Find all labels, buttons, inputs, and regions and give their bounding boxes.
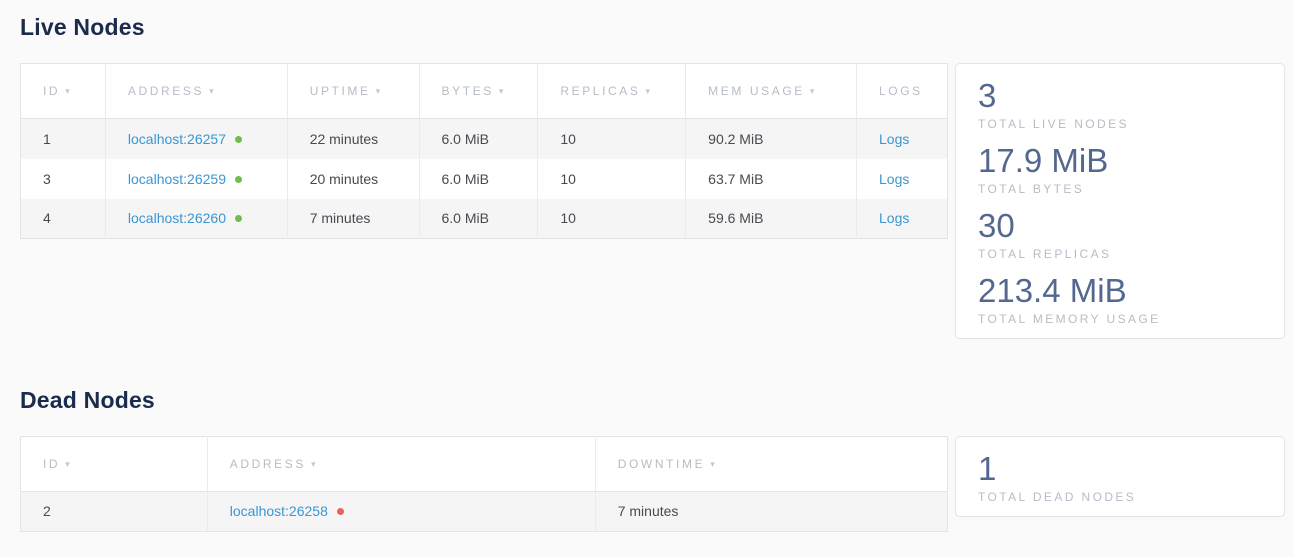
cell-node-uptime: 20 minutes [287,159,419,199]
column-header-label: ID [43,457,60,471]
column-header-label: DOWNTIME [618,457,705,471]
column-header-label: ADDRESS [230,457,306,471]
sort-arrow-icon: ▾ [209,86,216,96]
cell-node-replicas: 10 [538,119,686,159]
stat-label: TOTAL DEAD NODES [978,490,1262,504]
table-row: 3 localhost:26259 20 minutes 6.0 MiB 10 … [21,159,948,199]
column-header-label: REPLICAS [560,84,640,98]
dead-nodes-title: Dead Nodes [20,387,1285,414]
sort-arrow-icon: ▾ [65,459,72,469]
cell-node-uptime: 22 minutes [287,119,419,159]
cell-node-uptime: 7 minutes [287,199,419,239]
column-header-uptime[interactable]: UPTIME ▾ [287,64,419,119]
dead-status-icon [337,508,344,515]
table-row: 4 localhost:26260 7 minutes 6.0 MiB 10 5… [21,199,948,239]
table-row: 1 localhost:26257 22 minutes 6.0 MiB 10 … [21,119,948,159]
live-status-icon [235,176,242,183]
stat-total-live-nodes: 3 TOTAL LIVE NODES [978,77,1262,131]
live-status-icon [235,215,242,222]
stat-total-dead-nodes: 1 TOTAL DEAD NODES [978,450,1262,504]
sort-arrow-icon: ▾ [65,86,72,96]
cell-node-address: localhost:26257 [105,119,287,159]
live-nodes-table: ID ▾ ADDRESS ▾ UPTIME ▾ BYTES ▾ REPLICAS ▾ ME… [20,63,948,239]
stat-label: TOTAL BYTES [978,182,1262,196]
node-address-link[interactable]: localhost:26260 [128,210,226,226]
logs-link[interactable]: Logs [879,210,909,226]
column-header-label: BYTES [442,84,494,98]
sort-arrow-icon: ▾ [376,86,383,96]
sort-arrow-icon: ▾ [810,86,817,96]
column-header-label: MEM USAGE [708,84,805,98]
cell-node-id: 2 [21,491,208,531]
cell-node-mem-usage: 59.6 MiB [686,199,857,239]
logs-link[interactable]: Logs [879,131,909,147]
column-header-label: UPTIME [310,84,371,98]
column-header-id[interactable]: ID ▾ [21,64,106,119]
cell-node-logs: Logs [857,199,948,239]
stat-total-bytes: 17.9 MiB TOTAL BYTES [978,142,1262,196]
live-status-icon [235,136,242,143]
node-address-link[interactable]: localhost:26259 [128,171,226,187]
cell-node-replicas: 10 [538,159,686,199]
sort-arrow-icon: ▾ [499,86,506,96]
cell-node-address: localhost:26259 [105,159,287,199]
cell-node-bytes: 6.0 MiB [419,199,538,239]
dead-nodes-summary-card: 1 TOTAL DEAD NODES [955,436,1285,517]
column-header-bytes[interactable]: BYTES ▾ [419,64,538,119]
stat-value: 3 [978,77,1262,115]
live-nodes-summary-card: 3 TOTAL LIVE NODES 17.9 MiB TOTAL BYTES … [955,63,1285,339]
stat-value: 213.4 MiB [978,272,1262,310]
node-address-link[interactable]: localhost:26257 [128,131,226,147]
cell-node-id: 4 [21,199,106,239]
logs-link[interactable]: Logs [879,171,909,187]
column-header-label: LOGS [879,84,923,98]
stat-value: 17.9 MiB [978,142,1262,180]
node-address-link[interactable]: localhost:26258 [230,503,328,519]
stat-label: TOTAL REPLICAS [978,247,1262,261]
table-header-row: ID ▾ ADDRESS ▾ UPTIME ▾ BYTES ▾ REPLICAS ▾ ME… [21,64,948,119]
cell-node-mem-usage: 90.2 MiB [686,119,857,159]
sort-arrow-icon: ▾ [710,459,717,469]
column-header-label: ID [43,84,60,98]
cell-node-replicas: 10 [538,199,686,239]
stat-value: 1 [978,450,1262,488]
dead-nodes-table: ID ▾ ADDRESS ▾ DOWNTIME ▾ 2 localhost:26258… [20,436,948,532]
table-header-row: ID ▾ ADDRESS ▾ DOWNTIME ▾ [21,436,948,491]
column-header-address[interactable]: ADDRESS ▾ [105,64,287,119]
column-header-mem-usage[interactable]: MEM USAGE ▾ [686,64,857,119]
column-header-replicas[interactable]: REPLICAS ▾ [538,64,686,119]
live-nodes-title: Live Nodes [20,14,1285,41]
column-header-label: ADDRESS [128,84,204,98]
cell-node-id: 3 [21,159,106,199]
column-header-logs: LOGS [857,64,948,119]
column-header-address[interactable]: ADDRESS ▾ [207,436,595,491]
cell-node-bytes: 6.0 MiB [419,119,538,159]
live-nodes-section: Live Nodes ID ▾ ADDRESS ▾ UPTIME ▾ BYTES ▾ R… [20,14,1285,339]
column-header-downtime[interactable]: DOWNTIME ▾ [595,436,947,491]
sort-arrow-icon: ▾ [645,86,652,96]
cell-node-logs: Logs [857,159,948,199]
cell-node-mem-usage: 63.7 MiB [686,159,857,199]
table-row: 2 localhost:26258 7 minutes [21,491,948,531]
cell-node-bytes: 6.0 MiB [419,159,538,199]
cell-node-id: 1 [21,119,106,159]
dead-nodes-section: Dead Nodes ID ▾ ADDRESS ▾ DOWNTIME ▾ 2 [20,387,1285,532]
cell-node-logs: Logs [857,119,948,159]
stat-label: TOTAL LIVE NODES [978,117,1262,131]
cell-node-address: localhost:26258 [207,491,595,531]
stat-total-memory-usage: 213.4 MiB TOTAL MEMORY USAGE [978,272,1262,326]
sort-arrow-icon: ▾ [311,459,318,469]
stat-label: TOTAL MEMORY USAGE [978,312,1262,326]
stat-value: 30 [978,207,1262,245]
cell-node-address: localhost:26260 [105,199,287,239]
cell-node-downtime: 7 minutes [595,491,947,531]
column-header-id[interactable]: ID ▾ [21,436,208,491]
stat-total-replicas: 30 TOTAL REPLICAS [978,207,1262,261]
